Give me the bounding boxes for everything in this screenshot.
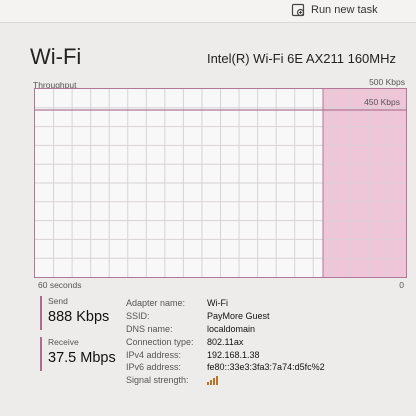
- graph-current-label: 450 Kbps: [364, 97, 400, 107]
- detail-row: Signal strength:: [126, 374, 325, 387]
- run-new-task-label: Run new task: [311, 4, 378, 16]
- signal-bar: [213, 377, 215, 385]
- receive-label: Receive: [48, 337, 79, 347]
- detail-value: Wi-Fi: [207, 298, 228, 309]
- throughput-graph-canvas: [35, 89, 406, 277]
- signal-strength-icon: [207, 375, 218, 385]
- detail-key: Signal strength:: [126, 375, 189, 386]
- receive-value: 37.5 Mbps: [48, 350, 116, 366]
- detail-key: Adapter name:: [126, 298, 186, 309]
- detail-value: PayMore Guest: [207, 311, 270, 322]
- detail-row: Adapter name: Wi-Fi: [126, 297, 325, 310]
- send-value: 888 Kbps: [48, 309, 110, 325]
- detail-value: localdomain: [207, 323, 256, 334]
- graph-x-left-label: 60 seconds: [38, 280, 82, 290]
- throughput-graph: 450 Kbps: [34, 88, 407, 278]
- adapter-details: Adapter name: Wi-Fi SSID: PayMore Guest …: [126, 297, 325, 387]
- top-bar: Run new task: [0, 0, 416, 22]
- adapter-model: Intel(R) Wi-Fi 6E AX211 160MHz: [206, 51, 396, 66]
- detail-key: SSID:: [126, 311, 150, 322]
- detail-value: 192.168.1.38: [207, 349, 260, 360]
- run-new-task-button[interactable]: Run new task: [291, 1, 378, 19]
- detail-row: SSID: PayMore Guest: [126, 310, 325, 323]
- graph-x-right-label: 0: [399, 280, 404, 290]
- receive-stat: Receive 37.5 Mbps: [40, 337, 116, 371]
- detail-key: DNS name:: [126, 323, 173, 334]
- signal-bar: [207, 381, 209, 385]
- task-icon: [291, 3, 305, 17]
- detail-key: Connection type:: [126, 336, 194, 347]
- send-stat: Send 888 Kbps: [40, 296, 109, 330]
- detail-row: DNS name: localdomain: [126, 323, 325, 336]
- detail-value: 802.11ax: [207, 336, 244, 347]
- detail-key: IPv4 address:: [126, 349, 182, 360]
- detail-row: IPv4 address: 192.168.1.38: [126, 348, 325, 361]
- send-label: Send: [48, 296, 68, 306]
- divider: [0, 22, 416, 23]
- graph-max-label: 500 Kbps: [369, 77, 405, 87]
- detail-key: IPv6 address:: [126, 362, 182, 373]
- page-title: Wi-Fi: [30, 44, 82, 69]
- detail-value: fe80::33e3:3fa3:7a74:d5fc%2: [207, 362, 325, 373]
- signal-bar: [216, 375, 218, 385]
- detail-row: Connection type: 802.11ax: [126, 335, 325, 348]
- detail-row: IPv6 address: fe80::33e3:3fa3:7a74:d5fc%…: [126, 361, 325, 374]
- signal-bar: [210, 379, 212, 385]
